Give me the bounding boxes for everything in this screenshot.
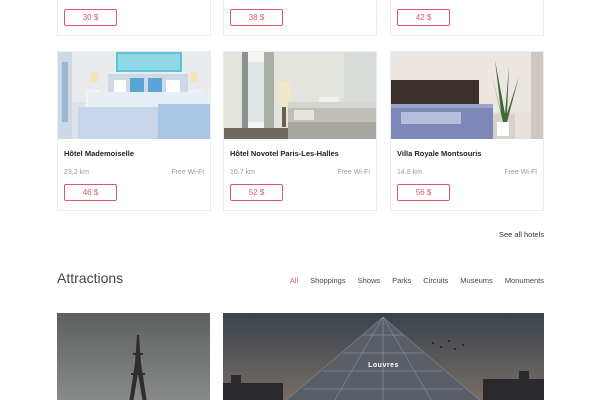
price-button[interactable]: 52 $: [230, 184, 283, 201]
price-button[interactable]: 46 $: [64, 184, 117, 201]
filter-all[interactable]: All: [290, 276, 298, 285]
price-button[interactable]: 56 $: [397, 184, 450, 201]
filter-shoppings[interactable]: Shoppings: [310, 276, 345, 285]
filter-circuits[interactable]: Circuits: [423, 276, 448, 285]
hotel-photo-bedroom-window: [224, 52, 376, 139]
hotel-distance: 10.7 km: [230, 169, 255, 176]
hotel-card[interactable]: Hôtel Mademoiselle 23,2 km Free Wi-Fi 46…: [57, 51, 211, 211]
hotel-wifi: Free Wi-Fi: [504, 169, 537, 176]
hotel-distance: 14.8 km: [397, 169, 422, 176]
attraction-card-eiffel-tower[interactable]: [57, 313, 210, 400]
hotel-card-top-3: 42 $: [390, 0, 544, 36]
see-all-hotels-link[interactable]: See all hotels: [499, 230, 544, 239]
attraction-filters: All Shoppings Shows Parks Circuits Museu…: [290, 276, 544, 285]
hotel-distance: 23,2 km: [64, 169, 89, 176]
hotel-card-top-2: 38 $: [223, 0, 377, 36]
price-button[interactable]: 38 $: [230, 9, 283, 26]
filter-parks[interactable]: Parks: [392, 276, 411, 285]
filter-museums[interactable]: Museums: [460, 276, 493, 285]
price-button[interactable]: 30 $: [64, 9, 117, 26]
hotel-name[interactable]: Hôtel Mademoiselle: [64, 149, 134, 158]
attraction-label: Louvres: [368, 362, 399, 369]
hotel-card[interactable]: Villa Royale Montsouris 14.8 km Free Wi-…: [390, 51, 544, 211]
attractions-title: Attractions: [57, 270, 124, 286]
filter-shows[interactable]: Shows: [358, 276, 381, 285]
attraction-card-louvre[interactable]: Louvres: [223, 313, 544, 400]
hotel-name[interactable]: Villa Royale Montsouris: [397, 149, 481, 158]
hotel-wifi: Free Wi-Fi: [171, 169, 204, 176]
filter-monuments[interactable]: Monuments: [505, 276, 544, 285]
hotel-photo-bedroom-plant: [391, 52, 543, 139]
hotel-wifi: Free Wi-Fi: [337, 169, 370, 176]
hotel-photo-bedroom-blue: [58, 52, 210, 139]
hotel-card-top-1: 30 $: [57, 0, 211, 36]
price-button[interactable]: 42 $: [397, 9, 450, 26]
hotel-name[interactable]: Hôtel Novotel Paris-Les-Halles: [230, 149, 339, 158]
hotel-card[interactable]: Hôtel Novotel Paris-Les-Halles 10.7 km F…: [223, 51, 377, 211]
